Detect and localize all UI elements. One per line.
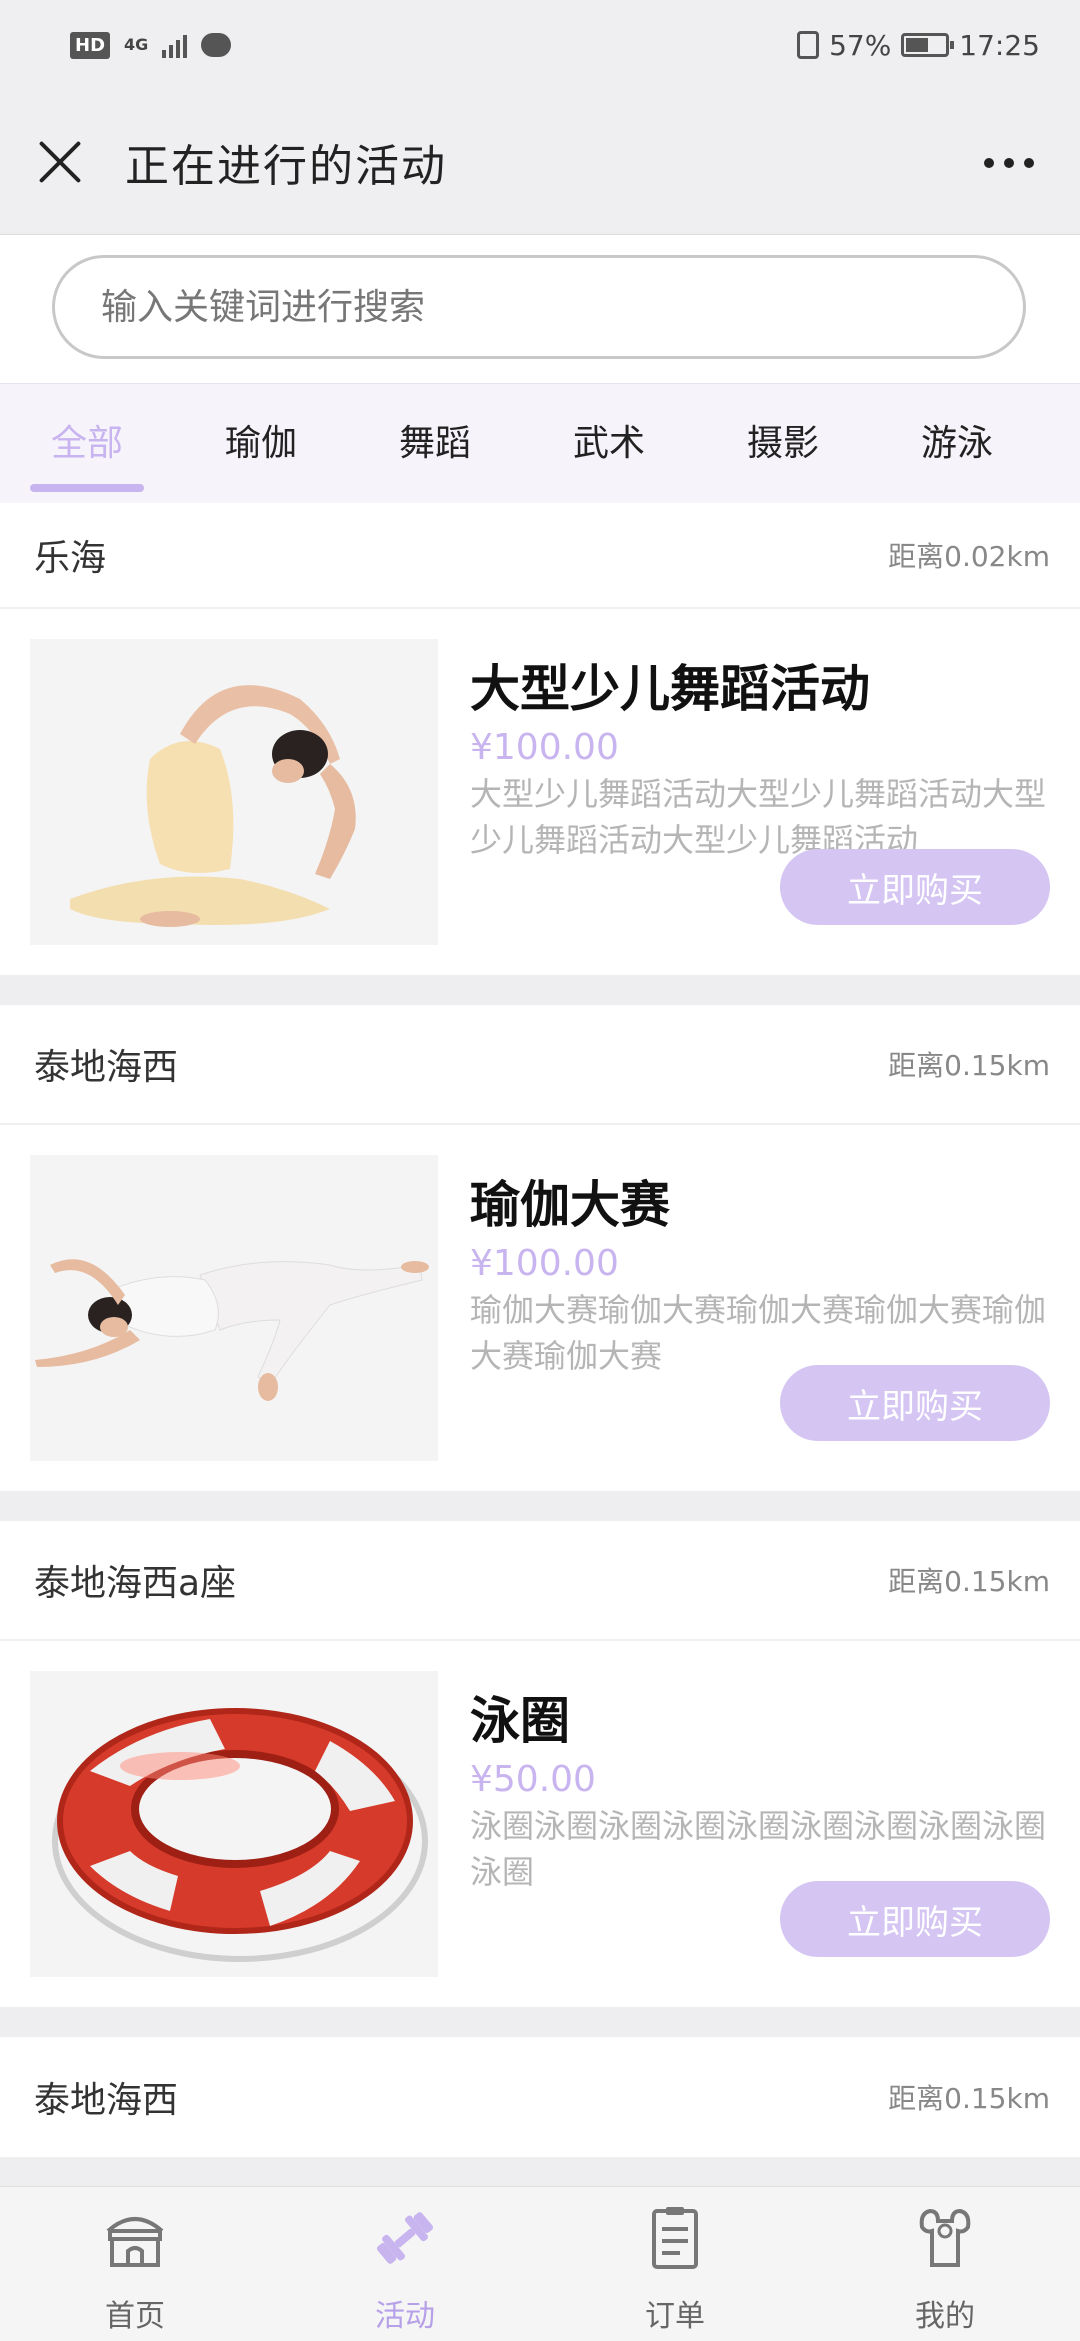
product-title: 大型少儿舞蹈活动 [470,660,870,718]
product-price: ¥100.00 [470,727,619,768]
product-price: ¥100.00 [470,1243,619,1284]
vibrate-icon [797,31,820,59]
product-row[interactable]: 大型少儿舞蹈活动 ¥100.00 大型少儿舞蹈活动大型少儿舞蹈活动大型少儿舞蹈活… [0,609,1080,975]
battery-icon [901,33,955,57]
tab-photography[interactable]: 摄影 [696,384,870,504]
header-bar: 正在进行的活动 [0,90,1080,235]
swim-ring-image[interactable] [30,1671,438,1977]
tab-martial-arts[interactable]: 武术 [522,384,696,504]
distance-label: 距离0.15km [888,2082,1050,2115]
hd-badge: HD [70,31,111,59]
nav-mine[interactable]: 我的 [810,2187,1080,2341]
product-row[interactable]: 瑜伽大赛 ¥100.00 瑜伽大赛瑜伽大赛瑜伽大赛瑜伽大赛瑜伽大赛瑜伽大赛 立即… [0,1125,1080,1491]
status-left: HD 4G [70,31,232,59]
order-clipboard-icon [652,2207,698,2269]
message-icon [201,33,232,57]
tab-swimming[interactable]: 游泳 [870,384,1044,504]
tab-yoga[interactable]: 瑜伽 [174,384,348,504]
store-name: 泰地海西 [34,2080,179,2121]
activity-card: 泰地海西a座 距离0.15km 泳圈 ¥50.00 泳圈泳圈泳圈泳圈泳圈泳圈泳圈… [0,1521,1080,2007]
nav-activity-label: 活动 [375,2299,435,2334]
more-options-icon[interactable] [984,145,1040,181]
activity-card: 泰地海西 距离0.15km [0,2037,1080,2157]
muscle-person-icon [919,2208,971,2267]
status-bar: HD 4G 57% 17:25 [0,0,1080,90]
buy-now-button[interactable]: 立即购买 [780,1365,1050,1441]
search-input[interactable] [52,255,1026,359]
yoga-backbend-image[interactable] [30,639,438,945]
store-row[interactable]: 泰地海西 距离0.15km [0,2037,1080,2157]
store-name: 泰地海西 [34,1047,179,1088]
product-title: 泳圈 [470,1692,570,1750]
page-title: 正在进行的活动 [125,141,447,192]
store-row[interactable]: 乐海 距离0.02km [0,503,1080,609]
activity-card: 乐海 距离0.02km 大型少儿舞蹈活动 ¥100.00 大型少儿舞蹈活动大型少… [0,503,1080,975]
store-row[interactable]: 泰地海西 距离0.15km [0,1005,1080,1125]
store-name: 乐海 [34,538,107,579]
tab-all[interactable]: 全部 [0,384,174,504]
store-name: 泰地海西a座 [34,1563,237,1604]
nav-activity[interactable]: 活动 [270,2187,540,2341]
status-right: 57% 17:25 [797,29,1040,62]
buy-now-button[interactable]: 立即购买 [780,1881,1050,1957]
nav-home[interactable]: 首页 [0,2187,270,2341]
clock: 17:25 [959,28,1040,62]
nav-orders[interactable]: 订单 [540,2187,810,2341]
store-row[interactable]: 泰地海西a座 距离0.15km [0,1521,1080,1641]
distance-label: 距离0.15km [888,1049,1050,1082]
distance-label: 距离0.15km [888,1565,1050,1598]
nav-mine-label: 我的 [915,2299,975,2334]
activity-card: 泰地海西 距离0.15km [0,1005,1080,1491]
signal-icon [162,32,188,58]
network-label: 4G [124,35,149,54]
product-title: 瑜伽大赛 [470,1176,670,1234]
dumbbell-icon [376,2212,434,2264]
battery-percent: 57% [829,28,892,62]
yoga-reclining-image[interactable] [30,1155,438,1461]
product-price: ¥50.00 [470,1759,596,1800]
nav-home-label: 首页 [105,2299,165,2334]
activity-list: 乐海 距离0.02km 大型少儿舞蹈活动 ¥100.00 大型少儿舞蹈活动大型少… [0,503,1080,2187]
category-tabs: 全部 瑜伽 舞蹈 武术 摄影 游泳 [0,383,1080,504]
tab-dance[interactable]: 舞蹈 [348,384,522,504]
search-bar [0,235,1080,383]
bottom-navigation: 首页 活动 订单 我的 [0,2186,1080,2341]
close-icon[interactable] [36,138,84,186]
buy-now-button[interactable]: 立即购买 [780,849,1050,925]
distance-label: 距离0.02km [888,540,1050,573]
nav-orders-label: 订单 [645,2299,705,2334]
product-row[interactable]: 泳圈 ¥50.00 泳圈泳圈泳圈泳圈泳圈泳圈泳圈泳圈泳圈泳圈 立即购买 [0,1641,1080,2007]
home-building-icon [106,2217,164,2267]
